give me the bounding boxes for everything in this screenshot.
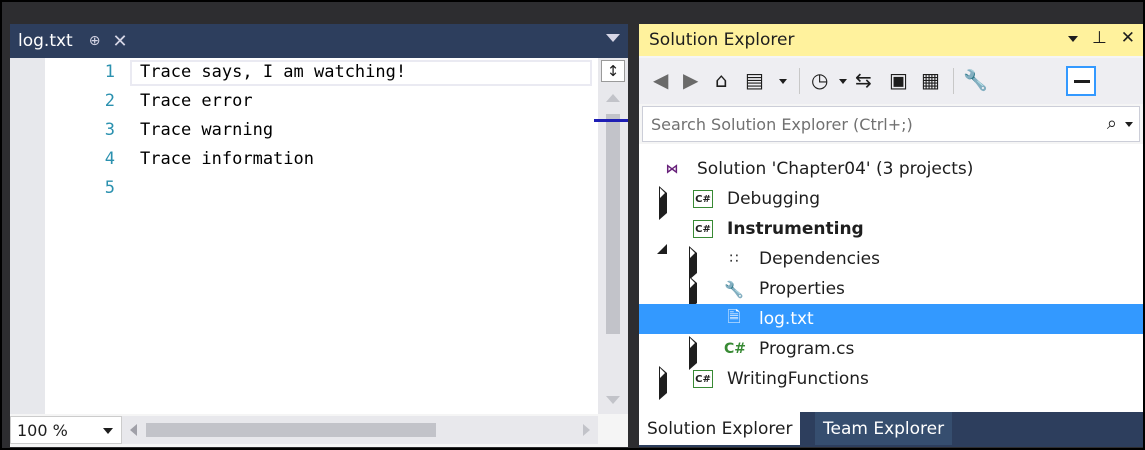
properties-wrench-icon[interactable]: 🔧 [963,68,988,92]
tab-list-dropdown-icon[interactable] [606,34,620,42]
tree-node-instrumenting[interactable]: C# Instrumenting [639,214,1143,254]
tree-node-program-cs[interactable]: C# Program.cs [639,334,1143,370]
scroll-left-icon[interactable] [130,424,137,436]
collapse-arrow-icon[interactable] [657,221,669,254]
tree-node-label: WritingFunctions [727,369,869,389]
tree-node-debugging[interactable]: C# Debugging [639,184,1143,220]
preview-selected-items-icon[interactable] [1066,66,1096,96]
expand-arrow-icon[interactable] [689,246,701,280]
expand-arrow-icon[interactable] [689,276,701,310]
code-line[interactable]: Trace says, I am watching! [140,62,406,82]
solution-explorer-toolbar: ◀ ▶ ⌂ ▤ ◷ ⇆ ▣ ▦ 🔧 [639,58,1143,104]
csharp-project-icon: C# [693,189,713,209]
chevron-down-icon[interactable] [1125,122,1133,127]
search-icon[interactable]: ⌕ [1107,113,1117,134]
panel-title: Solution Explorer [649,30,795,50]
tree-node-dependencies[interactable]: ∷ Dependencies [639,244,1143,280]
editor-tab-bar: log.txt ⊕ ✕ [10,24,628,58]
vertical-scrollbar[interactable]: ↕ [594,58,628,414]
close-icon[interactable]: ✕ [1121,28,1135,48]
tree-node-log-txt[interactable]: 🗎 log.txt [639,304,1143,334]
vertical-scroll-thumb[interactable] [606,114,620,334]
document-tab-label: log.txt [18,31,73,51]
home-icon[interactable]: ⌂ [715,68,728,92]
forward-icon[interactable]: ▶ [683,68,698,92]
expand-arrow-icon[interactable] [689,336,701,370]
zoom-select[interactable]: 100 % [10,416,122,444]
solution-explorer-title-bar: Solution Explorer ⊥ ✕ [639,24,1143,56]
dependencies-icon: ∷ [729,251,739,267]
line-number: 5 [104,178,115,198]
csharp-project-icon: C# [693,369,713,389]
line-number-margin: 1 2 3 4 5 [45,58,130,414]
collapse-all-icon[interactable]: ▣ [889,68,908,92]
horizontal-scrollbar[interactable] [122,416,598,444]
split-window-icon[interactable]: ↕ [601,60,625,82]
indicator-margin [10,58,45,414]
chevron-down-icon[interactable] [839,79,847,84]
tree-node-properties[interactable]: 🔧 Properties [639,274,1143,310]
chevron-down-icon[interactable] [779,79,787,84]
expand-arrow-icon[interactable] [659,186,671,220]
document-tab-log-txt[interactable]: log.txt ⊕ ✕ [10,24,128,58]
tab-team-explorer[interactable]: Team Explorer [815,412,953,445]
text-editor[interactable]: 1 2 3 4 5 Trace says, I am watching! Tra… [10,58,628,414]
caret-position-marker [594,119,628,122]
tree-node-writing-functions[interactable]: C# WritingFunctions [639,364,1143,400]
scroll-up-icon[interactable] [606,94,620,102]
ide-window: log.txt ⊕ ✕ 1 2 3 4 5 Trace says, I am w… [0,0,1145,450]
chevron-down-icon[interactable] [103,428,113,434]
show-all-files-icon[interactable]: ▦ [921,68,940,92]
scroll-right-icon[interactable] [583,424,590,436]
tree-node-label: Instrumenting [727,219,864,239]
sync-with-active-document-icon[interactable]: ⇆ [855,68,872,92]
tree-node-solution[interactable]: ⋈ Solution 'Chapter04' (3 projects) [639,154,1143,184]
text-file-icon: 🗎 [727,306,741,326]
code-area[interactable]: Trace says, I am watching! Trace error T… [130,58,598,414]
solution-tree: ⋈ Solution 'Chapter04' (3 projects) C# D… [639,144,1143,412]
visual-studio-solution-icon: ⋈ [665,161,679,177]
pending-changes-filter-icon[interactable]: ◷ [811,68,828,92]
editor-pane: log.txt ⊕ ✕ 1 2 3 4 5 Trace says, I am w… [10,24,628,447]
search-box[interactable]: Search Solution Explorer (Ctrl+;) ⌕ [642,106,1140,142]
line-number: 4 [104,149,115,169]
tab-solution-explorer[interactable]: Solution Explorer [639,412,801,445]
tool-window-tab-strip: Solution Explorer Team Explorer [639,412,1143,447]
solution-explorer-panel: Solution Explorer ⊥ ✕ ◀ ▶ ⌂ ▤ ◷ ⇆ ▣ ▦ 🔧 … [639,24,1143,447]
code-line[interactable]: Trace warning [140,120,273,140]
tree-node-label: log.txt [759,309,814,329]
code-line[interactable]: Trace information [140,149,314,169]
auto-hide-pin-icon[interactable]: ⊥ [1092,28,1107,48]
close-icon[interactable]: ✕ [112,31,127,52]
search-placeholder: Search Solution Explorer (Ctrl+;) [651,114,913,134]
pin-icon[interactable]: ⊕ [89,33,101,49]
switch-views-icon[interactable]: ▤ [745,68,764,92]
window-position-dropdown-icon[interactable] [1067,36,1078,42]
code-line[interactable]: Trace error [140,91,253,111]
expand-arrow-icon[interactable] [659,366,671,400]
tree-node-label: Dependencies [759,249,880,269]
line-number: 3 [104,120,115,140]
tree-node-label: Debugging [727,189,820,209]
tree-node-label: Solution 'Chapter04' (3 projects) [697,159,974,179]
line-number: 2 [104,91,115,111]
tree-node-label: Program.cs [759,339,855,359]
zoom-value: 100 % [17,420,68,440]
wrench-icon: 🔧 [724,279,744,299]
editor-bottom-bar: 100 % [10,414,628,447]
csharp-project-icon: C# [693,219,713,239]
horizontal-scroll-thumb[interactable] [146,423,436,437]
tree-node-label: Properties [759,279,845,299]
back-icon[interactable]: ◀ [653,68,668,92]
csharp-file-icon: C# [723,341,746,357]
scroll-down-icon[interactable] [606,396,620,404]
line-number: 1 [104,62,115,82]
